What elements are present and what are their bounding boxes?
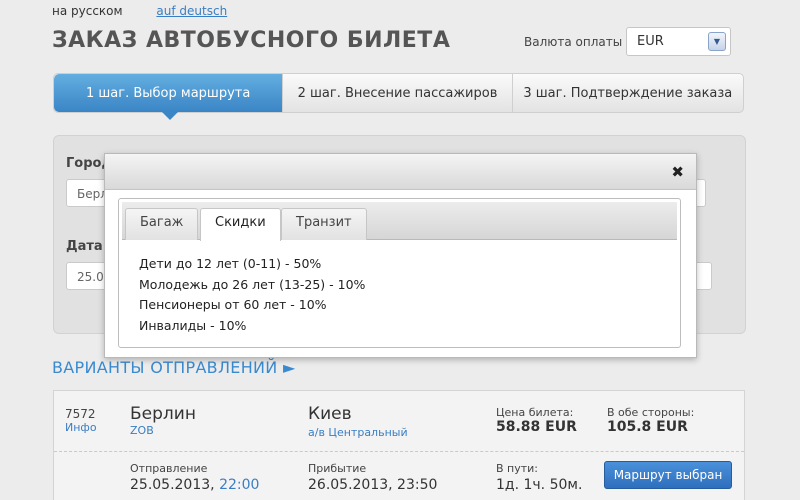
tab-discounts[interactable]: Скидки	[200, 208, 281, 241]
list-item: Дети до 12 лет (0-11) - 50%	[139, 256, 322, 271]
list-item: Инвалиды - 10%	[139, 317, 247, 333]
dialog-tabs: Багаж Скидки Транзит	[122, 202, 677, 241]
duration-value: 1д. 1ч. 50м.	[496, 477, 583, 493]
lang-german-link[interactable]: auf deutsch	[156, 4, 227, 18]
departures-heading[interactable]: ВАРИАНТЫ ОТПРАВЛЕНИЙ ►	[52, 358, 296, 377]
trip-info-link[interactable]: Инфо	[65, 421, 97, 434]
language-switcher: на русском auf deutsch	[52, 4, 227, 18]
date-label: Дата	[66, 239, 103, 254]
from-city: Берлин	[130, 404, 196, 424]
dialog-header[interactable]: ✖	[105, 154, 696, 190]
price-value: 58.88 EUR	[496, 419, 577, 435]
departure-value: 25.05.2013, 22:00	[130, 477, 259, 493]
step-2-tab[interactable]: 2 шаг. Внесение пассажиров	[283, 74, 513, 112]
price-label: Цена билета:	[496, 406, 574, 419]
step-1-tab[interactable]: 1 шаг. Выбор маршрута	[54, 74, 284, 120]
roundtrip-label: В обе стороны:	[607, 406, 695, 419]
close-icon[interactable]: ✖	[671, 163, 684, 181]
departure-date: 25.05.2013,	[130, 477, 215, 493]
chevron-down-icon[interactable]: ▼	[708, 32, 726, 51]
page-title: ЗАКАЗ АВТОБУСНОГО БИЛЕТА	[52, 28, 451, 53]
card-divider	[54, 451, 744, 452]
duration-label: В пути:	[496, 462, 539, 475]
discount-list: Дети до 12 лет (0-11) - 50% Молодежь до …	[119, 240, 680, 336]
roundtrip-value: 105.8 EUR	[607, 419, 688, 435]
arrival-value: 26.05.2013, 23:50	[308, 477, 438, 493]
departure-time: 22:00	[219, 477, 260, 493]
currency-label: Валюта оплаты	[524, 35, 623, 49]
departure-label: Отправление	[130, 462, 208, 475]
info-dialog: ✖ Багаж Скидки Транзит Дети до 12 лет (0…	[104, 153, 697, 358]
step-tabs: 1 шаг. Выбор маршрута 2 шаг. Внесение па…	[53, 73, 744, 120]
trip-card: 7572 Инфо Берлин ZOB Киев а/в Центральны…	[53, 390, 745, 500]
dialog-body: Багаж Скидки Транзит Дети до 12 лет (0-1…	[118, 198, 681, 348]
route-selected-button[interactable]: Маршрут выбран	[604, 461, 732, 489]
lang-current: на русском	[52, 4, 123, 18]
tab-transit[interactable]: Транзит	[281, 208, 367, 240]
step-3-tab[interactable]: 3 шаг. Подтверждение заказа	[513, 74, 743, 112]
to-station-link[interactable]: а/в Центральный	[308, 426, 408, 439]
to-city: Киев	[308, 404, 352, 424]
currency-select[interactable]: EUR ▼	[626, 27, 731, 56]
currency-value: EUR	[637, 34, 664, 49]
arrival-label: Прибытие	[308, 462, 367, 475]
trip-number: 7572	[65, 407, 96, 421]
tab-baggage[interactable]: Багаж	[125, 208, 199, 240]
from-station-link[interactable]: ZOB	[130, 424, 154, 437]
list-item: Молодежь до 26 лет (13-25) - 10%	[139, 276, 366, 292]
list-item: Пенсионеры от 60 лет - 10%	[139, 297, 327, 312]
